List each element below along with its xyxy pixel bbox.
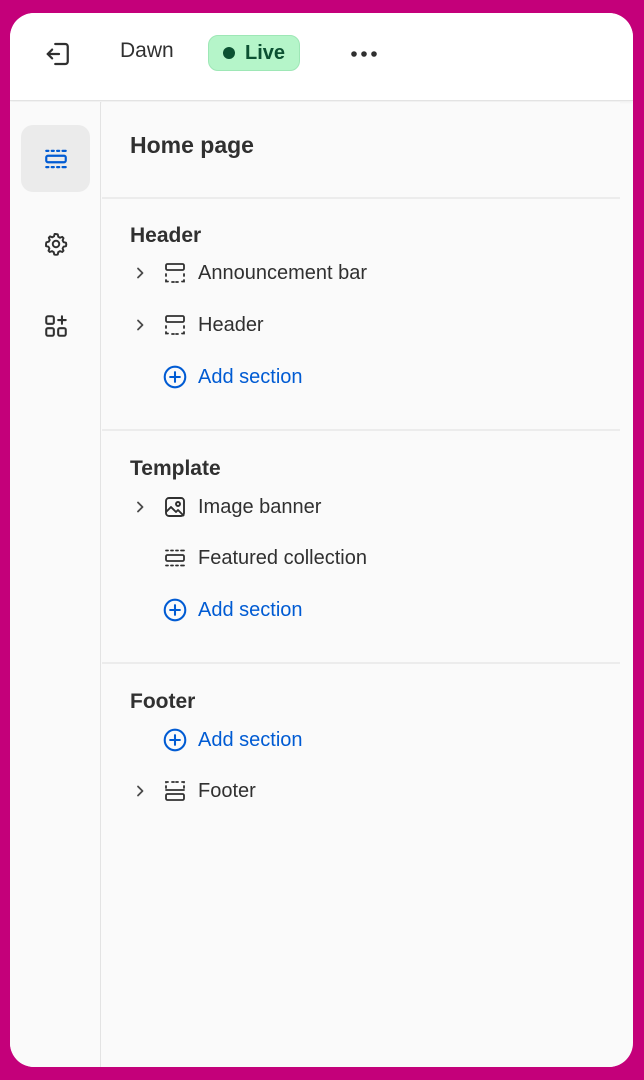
section-item-label: Footer	[198, 779, 256, 802]
add-section-button-footer[interactable]: Add section	[130, 718, 610, 762]
add-section-label: Add section	[198, 598, 303, 621]
section-item-image-banner[interactable]: Image banner	[130, 485, 610, 529]
live-dot-icon	[223, 47, 235, 59]
chevron-right-icon[interactable]	[128, 313, 152, 337]
left-rail	[10, 102, 101, 1067]
chevron-right-icon[interactable]	[128, 495, 152, 519]
section-item-label: Image banner	[198, 495, 322, 518]
section-item-announcement-bar[interactable]: Announcement bar	[130, 251, 610, 295]
rail-settings-button[interactable]	[21, 210, 90, 277]
section-item-label: Announcement bar	[198, 261, 368, 284]
section-header-icon	[162, 312, 188, 338]
section-footer-icon	[162, 778, 188, 804]
exit-button[interactable]	[40, 35, 78, 73]
section-item-featured-collection[interactable]: Featured collection	[130, 536, 610, 580]
chevron-right-icon[interactable]	[128, 261, 152, 285]
add-section-button-header[interactable]: Add section	[130, 355, 610, 399]
editor-frame: Dawn Live Home page Header Announcement …	[10, 13, 633, 1067]
add-section-button-template[interactable]: Add section	[130, 588, 610, 632]
page-title: Home page	[130, 132, 254, 158]
group-title-template: Template	[130, 457, 221, 480]
plus-circle-icon	[162, 364, 188, 390]
section-header-icon	[162, 260, 188, 286]
plus-circle-icon	[162, 727, 188, 753]
image-icon	[162, 494, 188, 520]
sections-icon	[44, 149, 67, 168]
divider	[102, 662, 620, 664]
exit-icon	[46, 42, 69, 66]
more-actions-button[interactable]	[344, 37, 384, 71]
theme-name[interactable]: Dawn	[120, 39, 174, 63]
divider	[102, 429, 620, 431]
divider	[102, 197, 620, 199]
more-horizontal-icon	[351, 51, 377, 57]
add-section-label: Add section	[198, 728, 303, 751]
plus-circle-icon	[162, 597, 188, 623]
section-item-footer[interactable]: Footer	[130, 769, 610, 813]
group-title-footer: Footer	[130, 690, 196, 713]
section-item-label: Featured collection	[198, 546, 367, 569]
live-status-label: Live	[245, 41, 286, 64]
rail-apps-button[interactable]	[21, 292, 90, 359]
sections-panel: Home page Header Announcement bar Header…	[102, 102, 620, 1067]
add-section-label: Add section	[198, 365, 303, 388]
section-item-label: Header	[198, 313, 264, 336]
top-bar: Dawn Live	[10, 13, 633, 101]
gear-icon	[44, 232, 67, 256]
chevron-right-icon[interactable]	[128, 779, 152, 803]
section-item-header[interactable]: Header	[130, 303, 610, 347]
apps-add-icon	[44, 314, 67, 337]
rail-sections-button[interactable]	[21, 125, 90, 192]
group-title-header: Header	[130, 224, 202, 247]
section-icon	[162, 545, 188, 571]
live-status-badge: Live	[208, 35, 301, 71]
